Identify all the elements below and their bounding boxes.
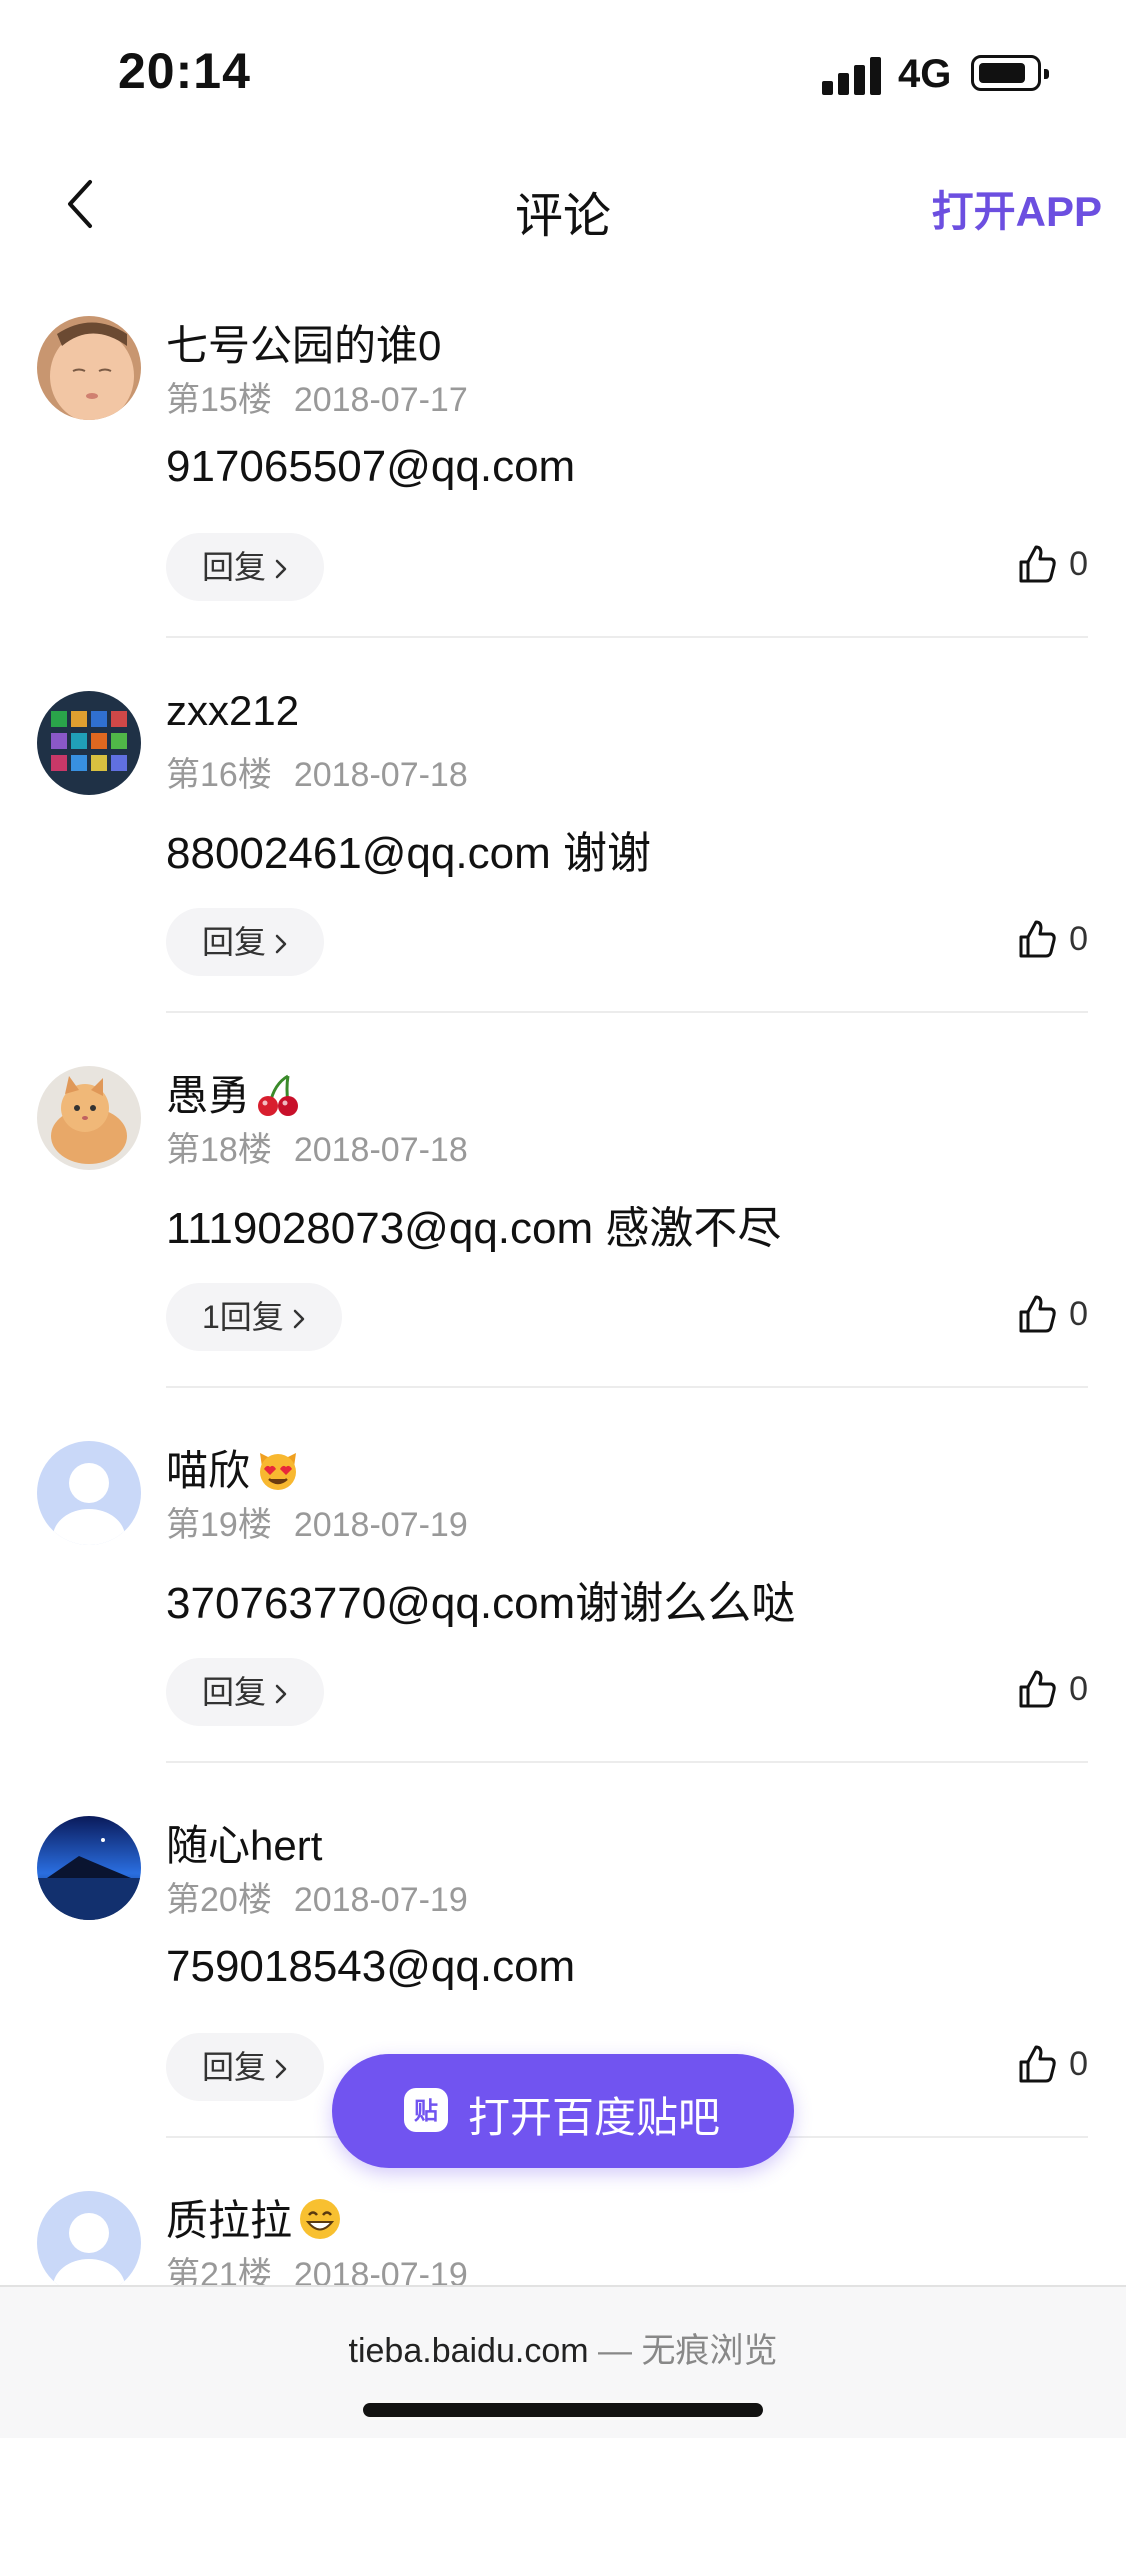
- comment-content: 88002461@qq.com 谢谢: [166, 829, 651, 878]
- avatar[interactable]: [37, 2191, 141, 2295]
- avatar[interactable]: [37, 1441, 141, 1545]
- comment-meta: 第16楼 2018-07-18: [166, 747, 468, 796]
- comment-date: 2018-07-19: [293, 1881, 468, 1919]
- url-display[interactable]: tieba.baidu.com — 无痕浏览: [0, 2323, 1126, 2372]
- comment-list: 七号公园的谁0 第15楼 2018-07-17 917065507@qq.com …: [0, 300, 1126, 2550]
- floor-number: 第16楼: [166, 756, 272, 794]
- floor-number: 第18楼: [166, 1131, 272, 1169]
- comment-date: 2018-07-18: [293, 756, 468, 794]
- comment-meta: 第20楼 2018-07-19: [166, 1872, 468, 1921]
- chevron-right-icon: [275, 2059, 287, 2079]
- status-bar: 20:14 4G: [0, 0, 1126, 150]
- thumbs-up-icon: [1019, 920, 1056, 958]
- chevron-right-icon: [275, 559, 287, 579]
- avatar[interactable]: [37, 1066, 141, 1170]
- floor-number: 第19楼: [166, 1506, 272, 1544]
- status-time: 20:14: [118, 43, 251, 99]
- browser-bottom-bar: tieba.baidu.com — 无痕浏览: [0, 2285, 1126, 2438]
- url-text: tieba.baidu.com: [348, 2332, 589, 2370]
- home-indicator[interactable]: [363, 2403, 763, 2417]
- username[interactable]: 愚勇: [166, 1062, 302, 1123]
- chevron-right-icon: [293, 1309, 305, 1329]
- username[interactable]: 随心hert: [166, 1812, 322, 1873]
- chevron-right-icon: [275, 934, 287, 954]
- comment-item: 喵欣 第19楼 2018-07-19 370763770@qq.com谢谢么么哒 …: [0, 1425, 1126, 1800]
- reply-button[interactable]: 1回复: [166, 1283, 342, 1351]
- reply-button[interactable]: 回复: [166, 533, 325, 601]
- open-tieba-label: 打开百度贴吧: [468, 2094, 721, 2141]
- like-button[interactable]: 0: [1015, 2042, 1088, 2092]
- comment-content: 759018543@qq.com: [166, 1942, 576, 1991]
- comment-meta: 第15楼 2018-07-17: [166, 372, 468, 421]
- comment-item: zxx212 第16楼 2018-07-18 88002461@qq.com 谢谢…: [0, 675, 1126, 1050]
- avatar[interactable]: [37, 316, 141, 420]
- thumbs-up-icon: [1019, 2045, 1056, 2083]
- like-button[interactable]: 0: [1015, 917, 1088, 967]
- reply-button[interactable]: 回复: [166, 1658, 325, 1726]
- like-count: 0: [1069, 1669, 1088, 1708]
- like-count: 0: [1069, 919, 1088, 958]
- comment-meta: 第18楼 2018-07-18: [166, 1122, 468, 1171]
- like-count: 0: [1069, 2044, 1088, 2083]
- cherries-emoji: [258, 1074, 299, 1116]
- comment-content: 370763770@qq.com谢谢么么哒: [166, 1579, 796, 1628]
- thumbs-up-icon: [1019, 545, 1056, 583]
- network-type: 4G: [898, 52, 952, 96]
- private-mode-label: 无痕浏览: [641, 2332, 778, 2370]
- username[interactable]: 七号公园的谁0: [166, 312, 441, 373]
- like-button[interactable]: 0: [1015, 542, 1088, 592]
- comment-date: 2018-07-19: [293, 1506, 468, 1544]
- divider: [166, 1761, 1088, 1763]
- reply-button[interactable]: 回复: [166, 908, 325, 976]
- username[interactable]: zxx212: [166, 687, 299, 735]
- open-tieba-button[interactable]: 贴 打开百度贴吧: [332, 2054, 794, 2168]
- floor-number: 第15楼: [166, 381, 272, 419]
- grinning-emoji: [300, 2199, 341, 2239]
- chevron-right-icon: [275, 1684, 287, 1704]
- thumbs-up-icon: [1019, 1670, 1056, 1708]
- reply-button[interactable]: 回复: [166, 2033, 325, 2101]
- svg-text:贴: 贴: [414, 2097, 438, 2125]
- url-separator: —: [598, 2332, 633, 2370]
- comment-meta: 第19楼 2018-07-19: [166, 1497, 468, 1546]
- comment-content: 917065507@qq.com: [166, 442, 576, 491]
- comment-item: 七号公园的谁0 第15楼 2018-07-17 917065507@qq.com …: [0, 300, 1126, 675]
- divider: [166, 1011, 1088, 1013]
- battery-icon: [971, 55, 1049, 91]
- tieba-icon: 贴: [404, 2088, 448, 2132]
- like-count: 0: [1069, 1294, 1088, 1333]
- divider: [166, 1386, 1088, 1388]
- comment-date: 2018-07-18: [293, 1131, 468, 1169]
- floor-number: 第20楼: [166, 1881, 272, 1919]
- avatar[interactable]: [37, 691, 141, 795]
- thumbs-up-icon: [1019, 1295, 1056, 1333]
- username[interactable]: 质拉拉: [166, 2187, 344, 2248]
- comment-date: 2018-07-17: [293, 381, 468, 419]
- like-button[interactable]: 0: [1015, 1667, 1088, 1717]
- comment-content: 1119028073@qq.com 感激不尽: [166, 1204, 782, 1253]
- comment-item: 愚勇 第18楼 2018-07-18 1119028073@qq.com 感激不尽…: [0, 1050, 1126, 1425]
- like-button[interactable]: 0: [1015, 1292, 1088, 1342]
- nav-bar: 评论 打开APP: [0, 150, 1126, 260]
- avatar[interactable]: [37, 1816, 141, 1920]
- like-count: 0: [1069, 544, 1088, 583]
- username[interactable]: 喵欣: [166, 1437, 302, 1498]
- signal-icon: [822, 55, 882, 95]
- heart-eyes-cat-emoji: [260, 1453, 297, 1490]
- divider: [166, 636, 1088, 638]
- open-app-button[interactable]: 打开APP: [932, 178, 1102, 239]
